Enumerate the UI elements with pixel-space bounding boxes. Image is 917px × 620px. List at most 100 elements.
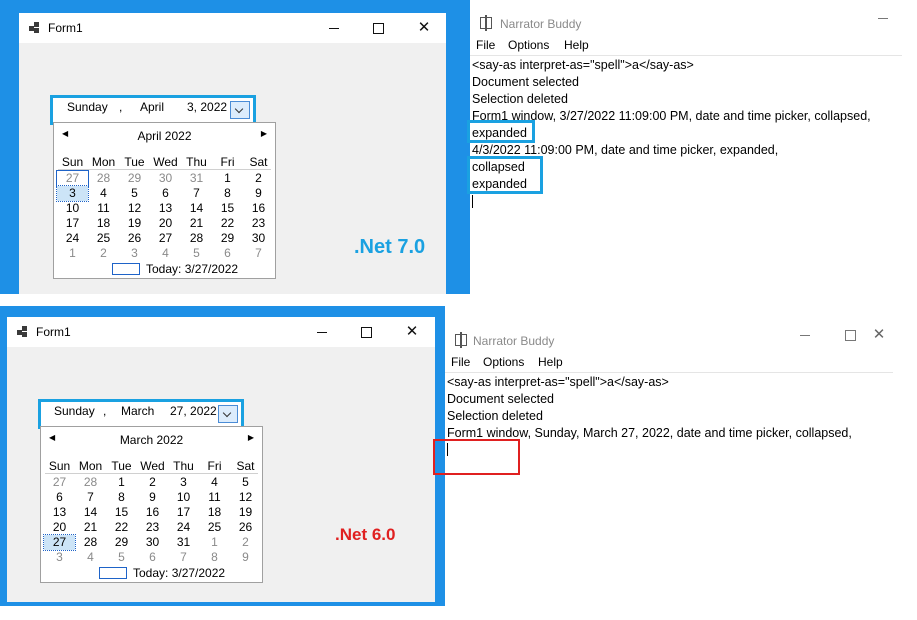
calendar-day[interactable]: 20	[44, 520, 75, 535]
calendar-day[interactable]: 7	[168, 550, 199, 565]
calendar-day[interactable]: 1	[57, 246, 88, 261]
calendar-day[interactable]: 5	[230, 475, 261, 490]
calendar-day[interactable]: 24	[168, 520, 199, 535]
calendar-day[interactable]: 6	[150, 186, 181, 201]
calendar-day[interactable]: 20	[150, 216, 181, 231]
today-indicator[interactable]	[112, 263, 140, 275]
calendar-day[interactable]: 1	[212, 171, 243, 186]
dtp-date[interactable]: 3, 2022	[187, 100, 227, 114]
calendar-day[interactable]: 27	[43, 534, 76, 551]
today-link[interactable]: Today: 3/27/2022	[146, 262, 238, 276]
calendar-day[interactable]: 30	[137, 535, 168, 550]
calendar-day[interactable]: 14	[181, 201, 212, 216]
dtp-day[interactable]: Sunday	[54, 404, 95, 418]
month-calendar[interactable]: ◀ April 2022 ▶ Sun Mon Tue Wed Thu Fri Sat 27 28…	[53, 122, 276, 279]
calendar-day[interactable]: 27	[150, 231, 181, 246]
calendar-day[interactable]: 4	[75, 550, 106, 565]
calendar-day[interactable]: 23	[243, 216, 274, 231]
calendar-day[interactable]: 16	[243, 201, 274, 216]
calendar-day[interactable]: 6	[137, 550, 168, 565]
calendar-day[interactable]: 3	[44, 550, 75, 565]
calendar-day[interactable]: 22	[212, 216, 243, 231]
menu-options[interactable]: Options	[483, 355, 524, 369]
calendar-day[interactable]: 30	[243, 231, 274, 246]
calendar-day[interactable]: 29	[212, 231, 243, 246]
calendar-day[interactable]: 14	[75, 505, 106, 520]
next-month-arrow[interactable]: ▶	[248, 433, 254, 442]
calendar-day[interactable]: 4	[150, 246, 181, 261]
calendar-day[interactable]: 4	[88, 186, 119, 201]
calendar-day[interactable]: 28	[75, 535, 106, 550]
today-link[interactable]: Today: 3/27/2022	[133, 566, 225, 580]
month-calendar[interactable]: ◀ March 2022 ▶ Sun Mon Tue Wed Thu Fri Sat 27 28…	[40, 426, 263, 583]
calendar-day[interactable]: 12	[119, 201, 150, 216]
calendar-day[interactable]: 31	[168, 535, 199, 550]
calendar-day[interactable]: 19	[230, 505, 261, 520]
maximize-button[interactable]	[835, 324, 865, 346]
maximize-button[interactable]	[363, 17, 393, 39]
calendar-day[interactable]: 5	[106, 550, 137, 565]
calendar-day[interactable]: 2	[230, 535, 261, 550]
calendar-day[interactable]: 31	[181, 171, 212, 186]
calendar-day[interactable]: 18	[88, 216, 119, 231]
calendar-day[interactable]: 27	[56, 170, 89, 187]
minimize-button[interactable]	[319, 17, 349, 39]
today-indicator[interactable]	[99, 567, 127, 579]
menu-file[interactable]: File	[451, 355, 470, 369]
dtp-day[interactable]: Sunday	[67, 100, 108, 114]
calendar-day[interactable]: 21	[75, 520, 106, 535]
calendar-day[interactable]: 24	[57, 231, 88, 246]
menu-options[interactable]: Options	[508, 38, 549, 52]
calendar-month-label[interactable]: April 2022	[54, 129, 275, 143]
menu-help[interactable]: Help	[538, 355, 563, 369]
calendar-day[interactable]: 25	[88, 231, 119, 246]
calendar-day[interactable]: 9	[230, 550, 261, 565]
calendar-day[interactable]: 28	[181, 231, 212, 246]
maximize-button[interactable]	[351, 321, 381, 343]
dropdown-button[interactable]	[230, 101, 250, 119]
calendar-day[interactable]: 9	[243, 186, 274, 201]
calendar-day[interactable]: 8	[199, 550, 230, 565]
calendar-day[interactable]: 17	[57, 216, 88, 231]
calendar-day[interactable]: 7	[75, 490, 106, 505]
calendar-day[interactable]: 6	[44, 490, 75, 505]
calendar-day[interactable]: 23	[137, 520, 168, 535]
dtp-month[interactable]: April	[140, 100, 164, 114]
calendar-day[interactable]: 1	[199, 535, 230, 550]
calendar-day[interactable]: 9	[137, 490, 168, 505]
close-button[interactable]: ✕	[397, 321, 427, 343]
calendar-day[interactable]: 26	[119, 231, 150, 246]
date-time-picker[interactable]: Sunday , March 27, 2022	[38, 399, 244, 429]
calendar-day[interactable]: 12	[230, 490, 261, 505]
calendar-day[interactable]: 26	[230, 520, 261, 535]
calendar-day[interactable]: 2	[88, 246, 119, 261]
date-time-picker[interactable]: Sunday , April 3, 2022	[50, 95, 256, 125]
calendar-day[interactable]: 2	[243, 171, 274, 186]
calendar-day[interactable]: 21	[181, 216, 212, 231]
calendar-day[interactable]: 10	[57, 201, 88, 216]
minimize-button[interactable]	[307, 321, 337, 343]
calendar-day[interactable]: 7	[243, 246, 274, 261]
calendar-day[interactable]: 13	[150, 201, 181, 216]
calendar-day[interactable]: 2	[137, 475, 168, 490]
calendar-day[interactable]: 10	[168, 490, 199, 505]
calendar-day[interactable]: 3	[56, 185, 89, 202]
calendar-day[interactable]: 29	[119, 171, 150, 186]
close-button[interactable]: ✕	[409, 17, 439, 39]
calendar-day[interactable]: 6	[212, 246, 243, 261]
calendar-month-label[interactable]: March 2022	[41, 433, 262, 447]
dtp-month[interactable]: March	[121, 404, 154, 418]
calendar-day[interactable]: 25	[199, 520, 230, 535]
calendar-day[interactable]: 27	[44, 475, 75, 490]
calendar-day[interactable]: 5	[181, 246, 212, 261]
calendar-day[interactable]: 1	[106, 475, 137, 490]
calendar-day[interactable]: 22	[106, 520, 137, 535]
calendar-day[interactable]: 28	[75, 475, 106, 490]
close-button[interactable]: ✕	[866, 324, 892, 346]
calendar-day[interactable]: 3	[119, 246, 150, 261]
calendar-day[interactable]: 18	[199, 505, 230, 520]
minimize-button[interactable]	[790, 324, 820, 346]
calendar-day[interactable]: 29	[106, 535, 137, 550]
calendar-day[interactable]: 8	[212, 186, 243, 201]
calendar-day[interactable]: 8	[106, 490, 137, 505]
